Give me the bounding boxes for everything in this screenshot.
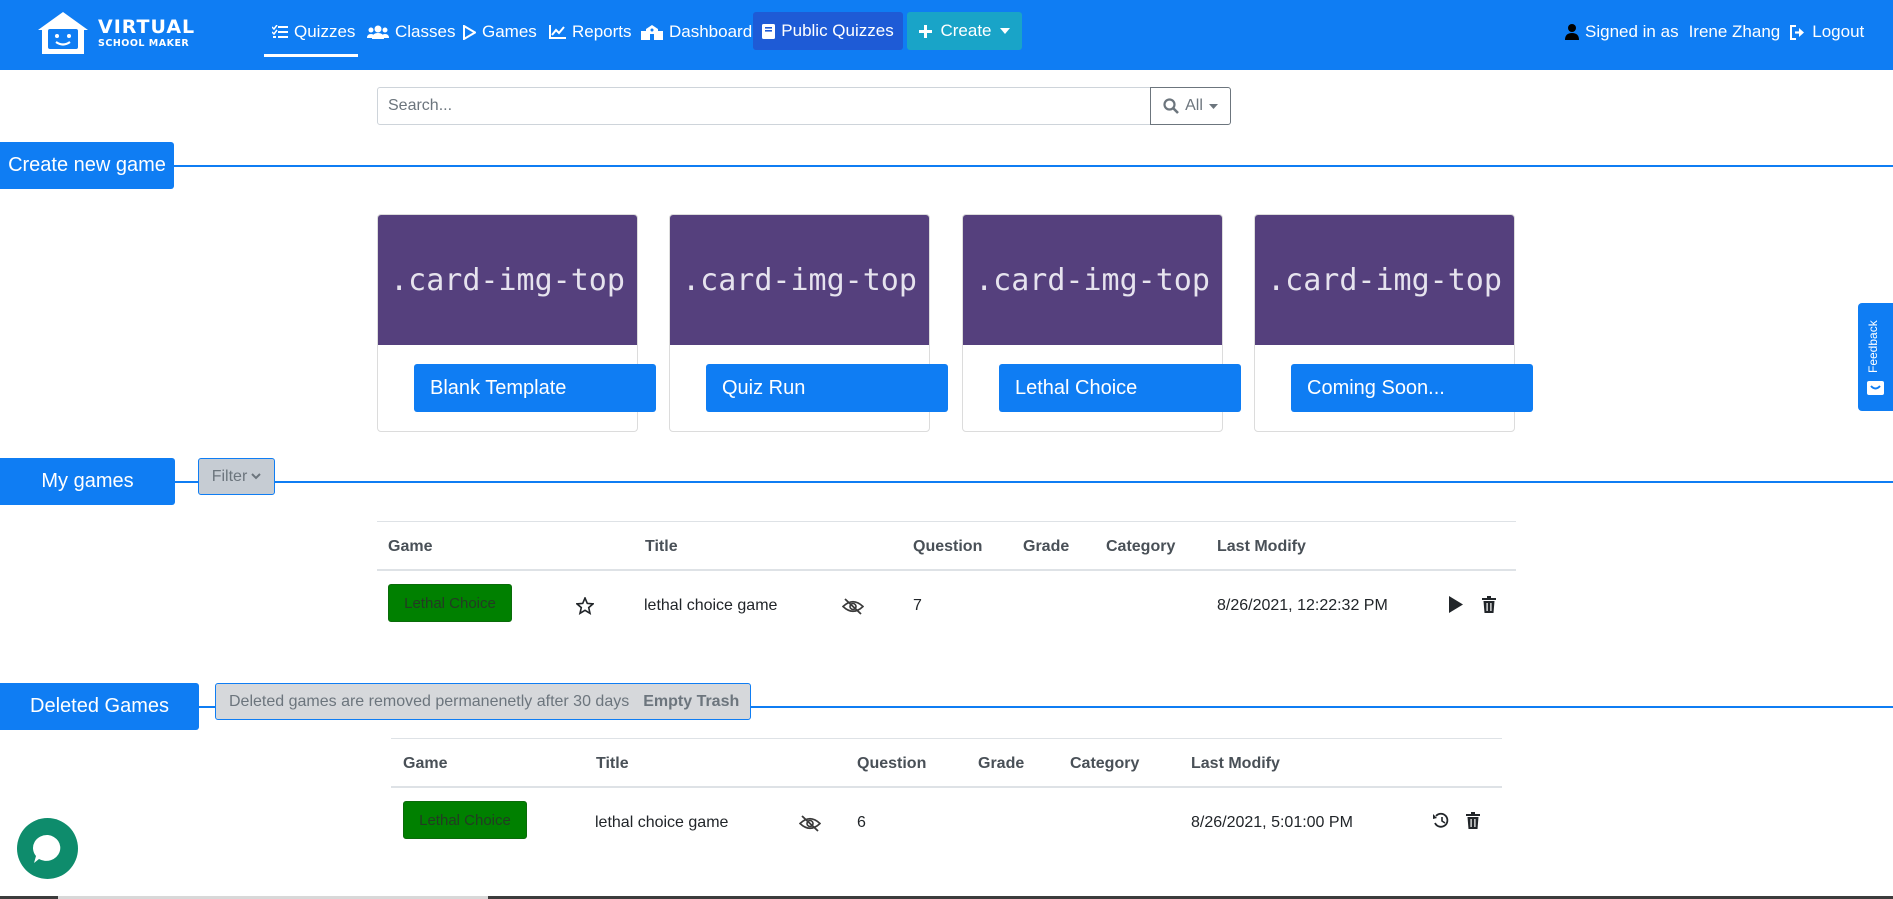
public-quizzes-button[interactable]: Public Quizzes <box>753 12 903 50</box>
coming-soon-button[interactable]: Coming Soon... <box>1291 364 1533 412</box>
deleted-games-note: Deleted games are removed permanenetly a… <box>215 683 751 720</box>
list-check-icon <box>272 25 288 38</box>
filter-label: Filter <box>211 467 248 485</box>
deleted-note-text: Deleted games are removed permanenetly a… <box>229 692 630 710</box>
blank-template-button[interactable]: Blank Template <box>414 364 656 412</box>
quiz-run-button[interactable]: Quiz Run <box>706 364 948 412</box>
users-icon <box>367 25 389 39</box>
brand-line1: VIRTUAL <box>98 15 196 38</box>
col-question: Question <box>857 755 927 772</box>
col-category: Category <box>1106 538 1176 555</box>
search-scope-label: All <box>1185 97 1203 114</box>
caret-down-icon <box>999 28 1010 34</box>
create-label: Create <box>940 21 992 40</box>
col-last-modify: Last Modify <box>1191 755 1280 772</box>
section-divider <box>0 165 1893 167</box>
user-name[interactable]: Irene Zhang <box>1689 22 1781 42</box>
search-icon <box>1163 98 1180 114</box>
my-games-title: My games <box>0 458 175 505</box>
nav-reports-label: Reports <box>572 22 632 41</box>
nav-classes[interactable]: Classes <box>367 20 455 44</box>
col-question: Question <box>913 538 983 555</box>
logout-link[interactable]: Logout <box>1790 22 1864 42</box>
active-tab-indicator <box>264 54 358 57</box>
template-card: .card-img-top Lethal Choice <box>962 214 1241 432</box>
caret-down-icon <box>1208 103 1218 109</box>
search-input[interactable] <box>377 87 1151 125</box>
template-card: .card-img-top Blank Template <box>377 214 656 432</box>
nav-dashboard-label: Dashboard <box>669 22 753 41</box>
game-badge[interactable]: Lethal Choice <box>388 584 512 622</box>
filter-button[interactable]: Filter <box>198 458 275 495</box>
lethal-choice-button[interactable]: Lethal Choice <box>999 364 1241 412</box>
nav-games-label: Games <box>482 22 537 41</box>
book-icon <box>762 23 776 39</box>
play-icon <box>463 24 476 40</box>
feedback-tab[interactable]: Feedback <box>1858 303 1893 411</box>
col-title: Title <box>596 755 629 772</box>
question-count: 7 <box>913 597 922 614</box>
nav-quizzes-label: Quizzes <box>294 22 356 41</box>
logout-label: Logout <box>1812 22 1865 41</box>
last-modify: 8/26/2021, 12:22:32 PM <box>1217 597 1388 614</box>
house-logo-icon <box>38 12 88 54</box>
col-grade: Grade <box>978 755 1025 772</box>
nav-classes-label: Classes <box>395 22 456 41</box>
search-scope-button[interactable]: All <box>1150 87 1231 125</box>
game-badge[interactable]: Lethal Choice <box>403 801 527 839</box>
trash-icon[interactable] <box>1482 596 1496 613</box>
section-divider <box>0 481 1893 483</box>
brand-line2: SCHOOL MAKER <box>98 37 190 49</box>
col-grade: Grade <box>1023 538 1070 555</box>
game-title: lethal choice game <box>644 597 778 614</box>
signed-in-label: Signed in as <box>1585 22 1679 41</box>
line-chart-icon <box>549 25 566 39</box>
last-modify: 8/26/2021, 5:01:00 PM <box>1191 814 1353 831</box>
template-card: .card-img-top Coming Soon... <box>1254 214 1533 432</box>
top-navbar: VIRTUAL SCHOOL MAKER Quizzes Classes Gam… <box>0 0 1893 70</box>
feedback-label: Feedback <box>1866 320 1880 373</box>
nav-games[interactable]: Games <box>463 20 537 44</box>
eye-slash-icon[interactable] <box>842 598 864 615</box>
brand-logo[interactable]: VIRTUAL SCHOOL MAKER <box>34 10 195 56</box>
nav-quizzes[interactable]: Quizzes <box>272 20 355 44</box>
my-games-table-header: Game Title Question Grade Category Last … <box>377 521 1516 571</box>
create-section-title: Create new game <box>0 142 174 189</box>
empty-trash-button[interactable]: Empty Trash <box>643 693 739 711</box>
col-game: Game <box>403 755 448 772</box>
card-image: .card-img-top <box>963 215 1222 345</box>
plus-icon <box>919 24 933 38</box>
col-last-modify: Last Modify <box>1217 538 1306 555</box>
template-card: .card-img-top Quiz Run <box>669 214 948 432</box>
card-image: .card-img-top <box>670 215 929 345</box>
logout-icon <box>1790 24 1805 40</box>
eye-slash-icon[interactable] <box>799 815 821 832</box>
restore-history-icon[interactable] <box>1432 812 1450 829</box>
chat-widget-button[interactable] <box>17 818 78 879</box>
deleted-games-title: Deleted Games <box>0 683 199 730</box>
deleted-games-table-header: Game Title Question Grade Category Last … <box>391 738 1502 788</box>
card-image: .card-img-top <box>1255 215 1514 345</box>
question-count: 6 <box>857 814 866 831</box>
school-icon <box>641 24 663 40</box>
col-title: Title <box>645 538 678 555</box>
col-category: Category <box>1070 755 1140 772</box>
trash-icon[interactable] <box>1466 812 1480 829</box>
play-icon[interactable] <box>1449 596 1463 613</box>
public-quizzes-label: Public Quizzes <box>781 21 894 40</box>
create-dropdown-button[interactable]: Create <box>907 12 1022 50</box>
chat-bubble-icon <box>32 834 60 863</box>
feedback-icon <box>1867 381 1884 395</box>
card-image: .card-img-top <box>378 215 637 345</box>
nav-dashboard[interactable]: Dashboard <box>641 20 752 44</box>
col-game: Game <box>388 538 433 555</box>
star-icon[interactable] <box>576 597 594 615</box>
game-title: lethal choice game <box>595 814 729 831</box>
user-icon <box>1565 24 1579 40</box>
chevron-down-icon <box>251 473 261 480</box>
nav-reports[interactable]: Reports <box>549 20 632 44</box>
user-info: Signed in as Irene Zhang Logout <box>1565 22 1864 42</box>
